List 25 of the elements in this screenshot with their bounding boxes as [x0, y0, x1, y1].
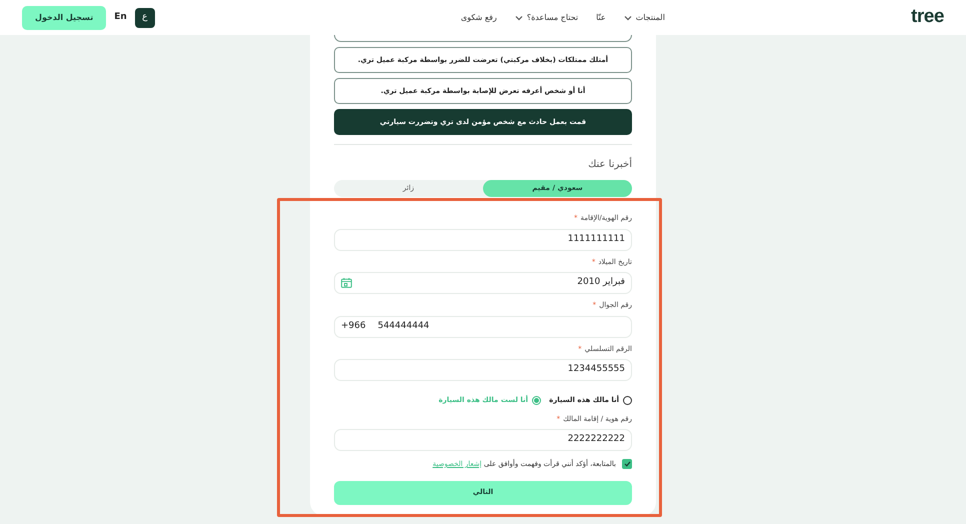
field-value: 1234455555	[568, 363, 625, 376]
nav-link[interactable]: رفع شكوى	[460, 12, 497, 24]
country-code: +966	[341, 320, 366, 333]
nav-link[interactable]: تحتاج مساعدة؟	[514, 12, 578, 24]
field-value: 2222222222	[568, 433, 625, 446]
field-value: فبراير 2010	[577, 276, 625, 290]
radio-button[interactable]	[623, 396, 632, 405]
radio-button[interactable]	[532, 396, 542, 405]
field-value: 1111111111	[568, 232, 625, 246]
input-field[interactable]: 1111111111	[334, 228, 632, 250]
nav-link[interactable]: عنّا	[596, 12, 606, 24]
input-field[interactable]: +966 544444444	[334, 316, 632, 338]
input-field[interactable]: 2222222222	[334, 429, 632, 451]
field-value: 544444444	[378, 320, 430, 333]
checkbox[interactable]	[622, 459, 632, 470]
logo[interactable]: tree	[911, 3, 944, 32]
language-button[interactable]: ع	[134, 8, 155, 28]
calendar-icon[interactable]	[341, 278, 352, 288]
language-button[interactable]: En	[114, 8, 127, 28]
input-field[interactable]: 1234455555	[334, 359, 632, 381]
nav-link[interactable]: المنتجات	[624, 12, 665, 24]
input-field[interactable]: فبراير 2010	[334, 272, 632, 294]
login-button[interactable]: تسجيل الدخول	[22, 6, 106, 30]
section-title: أخبرنا عنك	[588, 157, 632, 172]
option-button[interactable]	[334, 35, 632, 42]
